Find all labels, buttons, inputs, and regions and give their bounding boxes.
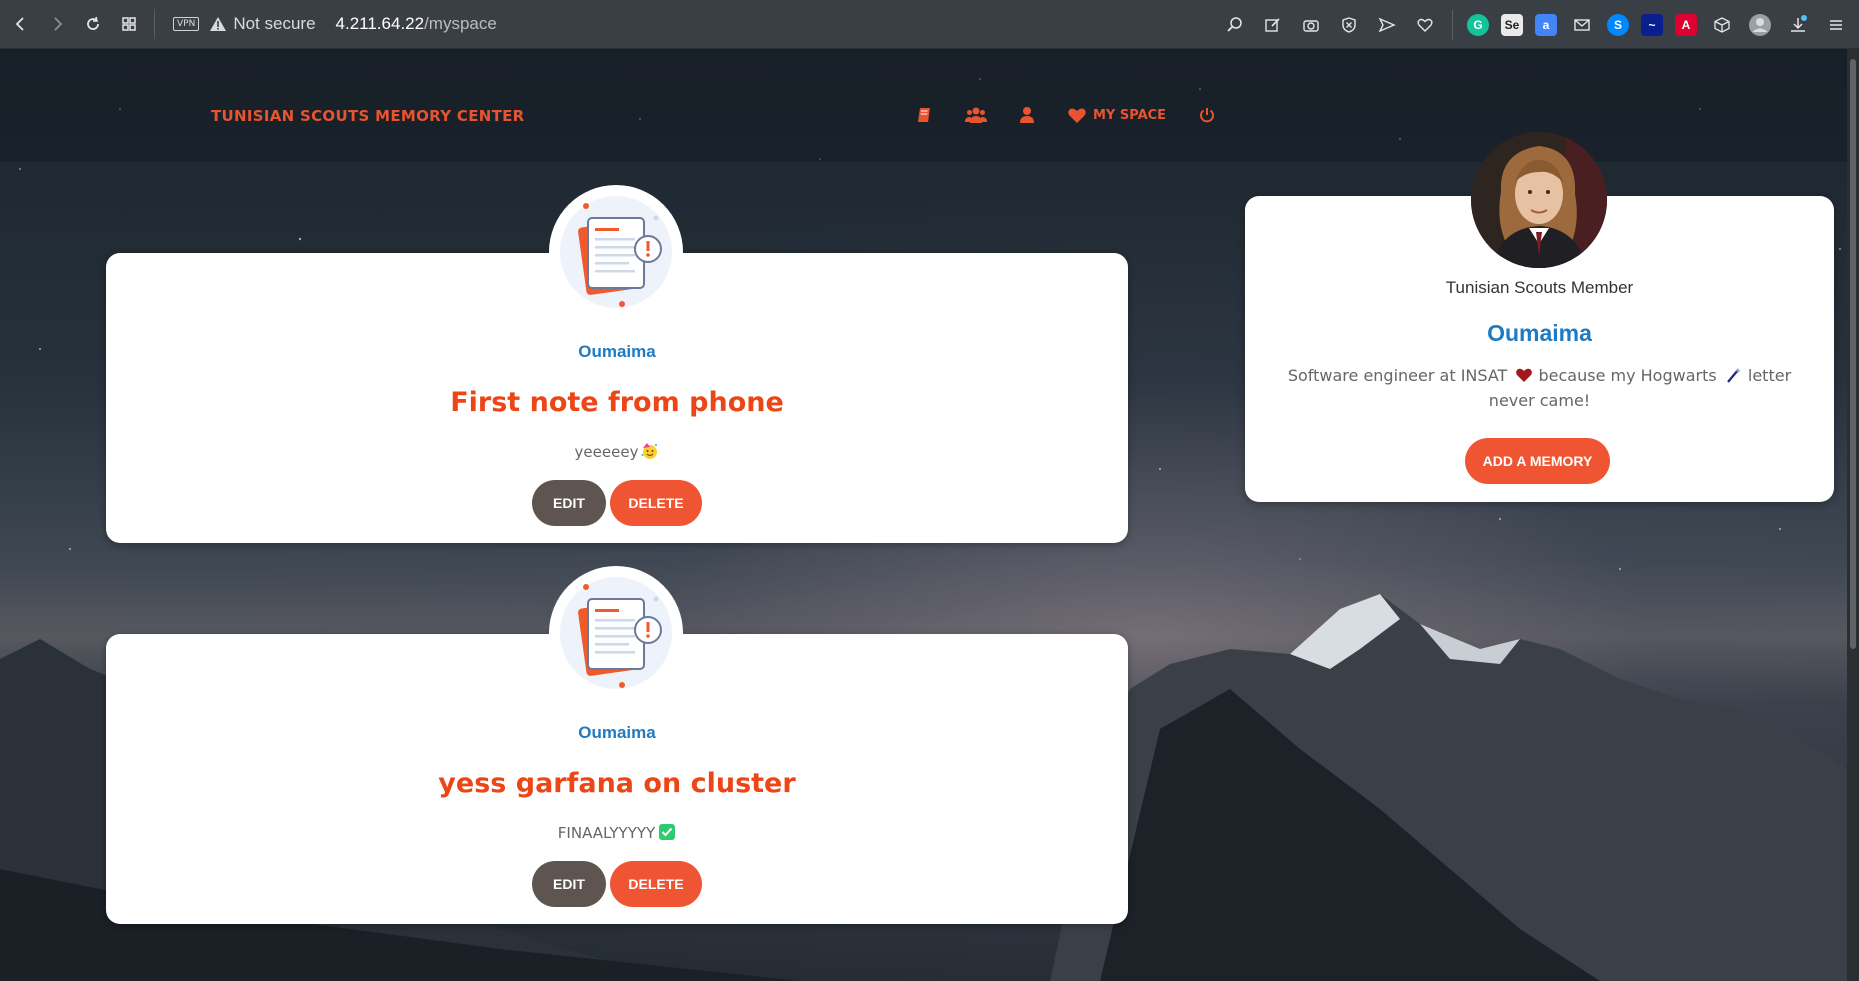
grammarly-extension-icon[interactable]: G xyxy=(1467,13,1489,36)
profile-card: Tunisian Scouts Member Oumaima Software … xyxy=(1245,132,1834,502)
mail-icon[interactable] xyxy=(1569,12,1595,38)
book-icon xyxy=(918,108,930,122)
send-icon[interactable] xyxy=(1374,12,1400,38)
memory-body-text: FINAALYYYYY xyxy=(557,824,656,842)
memory-actions: EDIT DELETE xyxy=(106,480,1128,526)
shazam-extension-icon[interactable]: S xyxy=(1607,13,1629,36)
memory-avatar xyxy=(549,185,683,319)
red-heart-emoji-icon xyxy=(1516,368,1533,382)
notes-document-icon xyxy=(560,577,672,689)
vpn-badge[interactable]: VPN xyxy=(173,17,200,31)
memory-avatar xyxy=(549,566,683,700)
memory-author[interactable]: Oumaima xyxy=(106,723,1128,743)
memory-body-text: yeeeeey xyxy=(574,443,639,461)
profile-bio: Software engineer at INSAT because my Ho… xyxy=(1275,363,1804,413)
profile-photo xyxy=(1471,132,1607,268)
profile-role: Tunisian Scouts Member xyxy=(1445,278,1634,297)
nav-members[interactable] xyxy=(965,106,987,124)
nav-profile[interactable] xyxy=(1019,106,1035,124)
security-indicator[interactable]: Not secure xyxy=(209,14,316,34)
nav-logout[interactable] xyxy=(1198,106,1216,124)
profile-bio-text-1: Software engineer at INSAT xyxy=(1287,366,1508,385)
add-memory-button[interactable]: ADD A MEMORY xyxy=(1465,438,1610,484)
memory-title: yess garfana on cluster xyxy=(438,768,796,799)
edit-button[interactable]: EDIT xyxy=(532,861,606,907)
menu-icon[interactable] xyxy=(1823,12,1849,38)
profile-name: Oumaima xyxy=(1487,320,1592,346)
page-content: TUNISIAN SCOUTS MEMORY CENTER MY SPACE O… xyxy=(0,49,1859,981)
user-icon xyxy=(1020,107,1034,123)
url-host: 4.211.64.22 xyxy=(335,14,425,33)
page-scrollbar[interactable] xyxy=(1847,49,1859,981)
download-icon[interactable] xyxy=(1785,12,1811,38)
tabs-grid-button[interactable] xyxy=(114,9,144,39)
memory-author[interactable]: Oumaima xyxy=(106,342,1128,362)
nav-memories[interactable] xyxy=(915,106,933,124)
camera-icon[interactable] xyxy=(1298,12,1324,38)
zoom-icon[interactable] xyxy=(1222,12,1248,38)
brand-logo-text[interactable]: TUNISIAN SCOUTS MEMORY CENTER xyxy=(211,107,525,125)
toolbar-separator-2 xyxy=(1452,9,1453,40)
cube-icon[interactable] xyxy=(1709,12,1735,38)
address-bar[interactable]: 4.211.64.22/myspace xyxy=(336,14,497,34)
profile-bio-text-2: because my Hogwarts xyxy=(1538,366,1717,385)
grid-icon xyxy=(122,17,136,31)
security-label: Not secure xyxy=(233,14,316,33)
party-face-emoji-icon xyxy=(641,443,658,459)
memory-body: yeeeeey xyxy=(106,442,1128,461)
profile-avatar-icon[interactable] xyxy=(1747,12,1773,38)
users-icon xyxy=(965,107,987,123)
back-button[interactable] xyxy=(6,9,36,39)
url-path: /myspace xyxy=(424,14,497,33)
scrollbar-thumb[interactable] xyxy=(1850,59,1856,649)
memory-actions: EDIT DELETE xyxy=(106,861,1128,907)
nav-my-space-label: MY SPACE xyxy=(1093,107,1167,123)
delete-button[interactable]: DELETE xyxy=(610,480,702,526)
nav-my-space[interactable]: MY SPACE xyxy=(1067,106,1166,124)
forward-button[interactable] xyxy=(42,9,72,39)
translate-extension-icon[interactable]: a xyxy=(1535,13,1557,36)
shield-x-icon[interactable] xyxy=(1336,12,1362,38)
toolbar-right: G Se a S ~ A xyxy=(1222,0,1849,49)
warning-icon xyxy=(210,17,227,31)
angular-extension-icon[interactable]: A xyxy=(1675,13,1697,36)
monitor-extension-icon[interactable]: ~ xyxy=(1641,13,1663,36)
favorite-heart-icon[interactable] xyxy=(1412,12,1438,38)
check-mark-emoji-icon xyxy=(659,824,676,840)
browser-toolbar: VPN Not secure 4.211.64.22/myspace G Se … xyxy=(0,0,1859,49)
back-icon xyxy=(15,17,24,31)
magic-wand-emoji-icon xyxy=(1726,368,1741,383)
memory-body: FINAALYYYYY xyxy=(106,823,1128,842)
memory-title: First note from phone xyxy=(450,387,784,418)
toolbar-separator xyxy=(154,9,155,39)
profile-portrait-image xyxy=(1471,132,1607,268)
notes-document-icon xyxy=(560,196,672,308)
edit-page-icon[interactable] xyxy=(1260,12,1286,38)
edit-button[interactable]: EDIT xyxy=(532,480,606,526)
delete-button[interactable]: DELETE xyxy=(610,861,702,907)
memory-card: Oumaima yess garfana on cluster FINAALYY… xyxy=(106,566,1128,924)
selenium-extension-icon[interactable]: Se xyxy=(1501,13,1523,36)
power-icon xyxy=(1200,108,1215,123)
memory-card: Oumaima First note from phone yeeeeey ED… xyxy=(106,185,1128,543)
nav-items: MY SPACE xyxy=(915,106,1248,124)
reload-icon xyxy=(87,16,99,30)
heart-icon xyxy=(1068,108,1086,123)
reload-button[interactable] xyxy=(78,9,108,39)
forward-icon xyxy=(54,17,63,31)
